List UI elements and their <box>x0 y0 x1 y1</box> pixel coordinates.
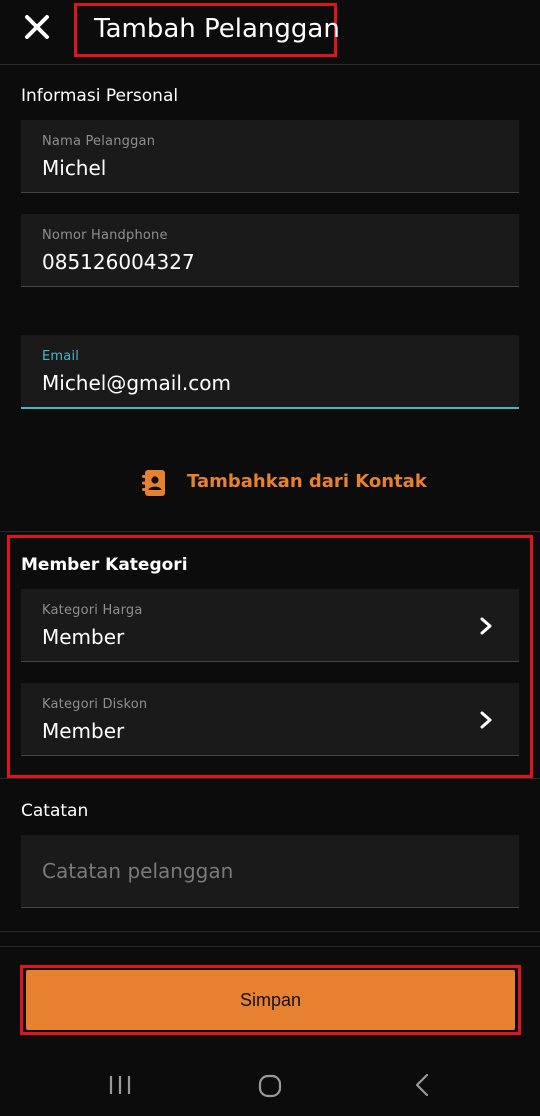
email-value: Michel@gmail.com <box>42 371 231 395</box>
add-from-contacts-link[interactable]: Tambahkan dari Kontak <box>187 471 427 492</box>
system-navigation-bar <box>0 1052 540 1116</box>
section-title-member: Member Kategori <box>21 555 188 575</box>
email-field[interactable]: Email Michel@gmail.com <box>21 335 519 409</box>
discount-category-value: Member <box>42 719 125 743</box>
close-button[interactable] <box>24 14 50 40</box>
page-title: Tambah Pelanggan <box>94 14 340 44</box>
chevron-right-icon <box>480 617 492 635</box>
section-title-personal: Informasi Personal <box>21 86 179 106</box>
notes-input[interactable]: Catatan pelanggan <box>21 835 519 908</box>
price-category-selector[interactable]: Kategori Harga Member <box>21 589 519 662</box>
chevron-right-icon <box>480 711 492 729</box>
back-icon[interactable] <box>412 1073 432 1097</box>
contact-book-icon[interactable] <box>142 469 167 497</box>
phone-field[interactable]: Nomor Handphone 085126004327 <box>21 214 519 287</box>
discount-category-selector[interactable]: Kategori Diskon Member <box>21 683 519 756</box>
divider <box>0 778 540 779</box>
email-label: Email <box>42 349 80 364</box>
phone-label: Nomor Handphone <box>42 228 168 243</box>
divider <box>0 946 540 947</box>
close-icon <box>25 15 49 39</box>
phone-value: 085126004327 <box>42 250 195 274</box>
divider <box>0 931 540 932</box>
home-icon[interactable] <box>258 1074 282 1098</box>
save-button[interactable]: Simpan <box>26 970 515 1030</box>
recent-apps-icon[interactable] <box>108 1074 132 1096</box>
customer-name-value: Michel <box>42 156 107 180</box>
customer-name-label: Nama Pelanggan <box>42 134 156 149</box>
discount-category-label: Kategori Diskon <box>42 697 148 712</box>
price-category-label: Kategori Harga <box>42 603 143 618</box>
notes-placeholder: Catatan pelanggan <box>42 859 234 883</box>
divider <box>0 531 540 532</box>
customer-name-field[interactable]: Nama Pelanggan Michel <box>21 120 519 193</box>
section-title-notes: Catatan <box>21 801 89 821</box>
price-category-value: Member <box>42 625 125 649</box>
